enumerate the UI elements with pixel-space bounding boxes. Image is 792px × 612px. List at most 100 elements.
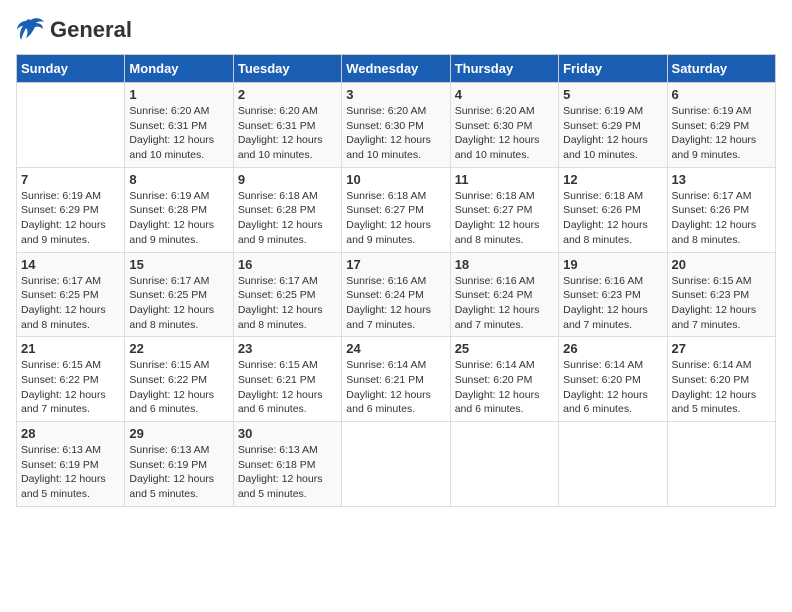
day-number: 2 (238, 87, 337, 102)
calendar-cell: 20Sunrise: 6:15 AM Sunset: 6:23 PM Dayli… (667, 252, 775, 337)
calendar-cell: 22 Sunrise: 6:15 AM Sunset: 6:22 PM Dayli… (125, 337, 233, 422)
day-info: Sunrise: 6:20 AM Sunset: 6:30 PM Dayligh… (455, 104, 554, 163)
day-number: 28 (21, 426, 120, 441)
day-number: 27 (672, 341, 771, 356)
day-number: 4 (455, 87, 554, 102)
logo: General (16, 16, 132, 44)
page-header: General (16, 16, 776, 44)
day-number: 13 (672, 172, 771, 187)
calendar-cell: 2 Sunrise: 6:20 AM Sunset: 6:31 PM Daylig… (233, 83, 341, 168)
calendar-cell: 1 Sunrise: 6:20 AM Sunset: 6:31 PM Daylig… (125, 83, 233, 168)
calendar-cell: 25 Sunrise: 6:14 AM Sunset: 6:20 PM Dayli… (450, 337, 558, 422)
day-info: Sunrise: 6:16 AM Sunset: 6:24 PM Dayligh… (346, 274, 445, 333)
day-number: 10 (346, 172, 445, 187)
day-number: 5 (563, 87, 662, 102)
day-number: 8 (129, 172, 228, 187)
day-info: Sunrise: 6:20 AM Sunset: 6:30 PM Dayligh… (346, 104, 445, 163)
calendar-cell (17, 83, 125, 168)
day-info: Sunrise: 6:16 AM Sunset: 6:23 PM Dayligh… (563, 274, 662, 333)
day-number: 7 (21, 172, 120, 187)
day-number: 1 (129, 87, 228, 102)
day-info: Sunrise: 6:17 AM Sunset: 6:25 PM Dayligh… (129, 274, 228, 333)
day-number: 12 (563, 172, 662, 187)
day-info: Sunrise: 6:20 AM Sunset: 6:31 PM Dayligh… (238, 104, 337, 163)
calendar-cell: 30Sunrise: 6:13 AM Sunset: 6:18 PM Dayli… (233, 422, 341, 507)
day-info: Sunrise: 6:14 AM Sunset: 6:20 PM Dayligh… (563, 358, 662, 417)
calendar-cell: 5 Sunrise: 6:19 AM Sunset: 6:29 PM Daylig… (559, 83, 667, 168)
day-info: Sunrise: 6:14 AM Sunset: 6:20 PM Dayligh… (672, 358, 771, 417)
logo-text: General (50, 18, 132, 42)
day-info: Sunrise: 6:18 AM Sunset: 6:27 PM Dayligh… (455, 189, 554, 248)
calendar-week-row: 7 Sunrise: 6:19 AM Sunset: 6:29 PM Daylig… (17, 167, 776, 252)
day-info: Sunrise: 6:15 AM Sunset: 6:21 PM Dayligh… (238, 358, 337, 417)
calendar-cell (559, 422, 667, 507)
calendar-cell: 15 Sunrise: 6:17 AM Sunset: 6:25 PM Dayli… (125, 252, 233, 337)
weekday-header-friday: Friday (559, 55, 667, 83)
day-info: Sunrise: 6:19 AM Sunset: 6:29 PM Dayligh… (21, 189, 120, 248)
day-info: Sunrise: 6:15 AM Sunset: 6:22 PM Dayligh… (129, 358, 228, 417)
day-info: Sunrise: 6:14 AM Sunset: 6:20 PM Dayligh… (455, 358, 554, 417)
weekday-header-tuesday: Tuesday (233, 55, 341, 83)
day-info: Sunrise: 6:20 AM Sunset: 6:31 PM Dayligh… (129, 104, 228, 163)
calendar-cell: 10 Sunrise: 6:18 AM Sunset: 6:27 PM Dayli… (342, 167, 450, 252)
calendar-cell: 21 Sunrise: 6:15 AM Sunset: 6:22 PM Dayli… (17, 337, 125, 422)
calendar-cell: 12 Sunrise: 6:18 AM Sunset: 6:26 PM Dayli… (559, 167, 667, 252)
day-info: Sunrise: 6:13 AM Sunset: 6:19 PM Dayligh… (129, 443, 228, 502)
day-number: 16 (238, 257, 337, 272)
weekday-header-row: SundayMondayTuesdayWednesdayThursdayFrid… (17, 55, 776, 83)
weekday-header-saturday: Saturday (667, 55, 775, 83)
day-number: 25 (455, 341, 554, 356)
day-number: 11 (455, 172, 554, 187)
logo-icon (16, 16, 46, 44)
day-info: Sunrise: 6:19 AM Sunset: 6:29 PM Dayligh… (672, 104, 771, 163)
calendar-cell: 14Sunrise: 6:17 AM Sunset: 6:25 PM Dayli… (17, 252, 125, 337)
calendar-cell: 3Sunrise: 6:20 AM Sunset: 6:30 PM Daylig… (342, 83, 450, 168)
day-number: 23 (238, 341, 337, 356)
day-number: 26 (563, 341, 662, 356)
calendar-week-row: 1 Sunrise: 6:20 AM Sunset: 6:31 PM Daylig… (17, 83, 776, 168)
day-number: 24 (346, 341, 445, 356)
day-number: 19 (563, 257, 662, 272)
day-number: 18 (455, 257, 554, 272)
day-info: Sunrise: 6:18 AM Sunset: 6:26 PM Dayligh… (563, 189, 662, 248)
calendar-cell: 6 Sunrise: 6:19 AM Sunset: 6:29 PM Daylig… (667, 83, 775, 168)
calendar-cell: 7 Sunrise: 6:19 AM Sunset: 6:29 PM Daylig… (17, 167, 125, 252)
calendar-cell: 8 Sunrise: 6:19 AM Sunset: 6:28 PM Daylig… (125, 167, 233, 252)
day-info: Sunrise: 6:14 AM Sunset: 6:21 PM Dayligh… (346, 358, 445, 417)
calendar-cell: 26 Sunrise: 6:14 AM Sunset: 6:20 PM Dayli… (559, 337, 667, 422)
calendar-table: SundayMondayTuesdayWednesdayThursdayFrid… (16, 54, 776, 507)
calendar-cell: 17 Sunrise: 6:16 AM Sunset: 6:24 PM Dayli… (342, 252, 450, 337)
calendar-cell: 13 Sunrise: 6:17 AM Sunset: 6:26 PM Dayli… (667, 167, 775, 252)
calendar-cell: 27 Sunrise: 6:14 AM Sunset: 6:20 PM Dayli… (667, 337, 775, 422)
day-number: 17 (346, 257, 445, 272)
weekday-header-monday: Monday (125, 55, 233, 83)
day-number: 6 (672, 87, 771, 102)
weekday-header-sunday: Sunday (17, 55, 125, 83)
calendar-week-row: 28 Sunrise: 6:13 AM Sunset: 6:19 PM Dayli… (17, 422, 776, 507)
day-info: Sunrise: 6:16 AM Sunset: 6:24 PM Dayligh… (455, 274, 554, 333)
day-info: Sunrise: 6:13 AM Sunset: 6:19 PM Dayligh… (21, 443, 120, 502)
calendar-cell: 11 Sunrise: 6:18 AM Sunset: 6:27 PM Dayli… (450, 167, 558, 252)
day-number: 21 (21, 341, 120, 356)
day-info: Sunrise: 6:15 AM Sunset: 6:22 PM Dayligh… (21, 358, 120, 417)
calendar-cell: 4 Sunrise: 6:20 AM Sunset: 6:30 PM Daylig… (450, 83, 558, 168)
day-number: 15 (129, 257, 228, 272)
day-number: 20 (672, 257, 771, 272)
day-info: Sunrise: 6:18 AM Sunset: 6:27 PM Dayligh… (346, 189, 445, 248)
day-info: Sunrise: 6:18 AM Sunset: 6:28 PM Dayligh… (238, 189, 337, 248)
day-info: Sunrise: 6:19 AM Sunset: 6:29 PM Dayligh… (563, 104, 662, 163)
calendar-week-row: 21 Sunrise: 6:15 AM Sunset: 6:22 PM Dayli… (17, 337, 776, 422)
calendar-week-row: 14Sunrise: 6:17 AM Sunset: 6:25 PM Dayli… (17, 252, 776, 337)
calendar-cell: 23 Sunrise: 6:15 AM Sunset: 6:21 PM Dayli… (233, 337, 341, 422)
day-info: Sunrise: 6:17 AM Sunset: 6:25 PM Dayligh… (21, 274, 120, 333)
day-number: 22 (129, 341, 228, 356)
calendar-cell: 16Sunrise: 6:17 AM Sunset: 6:25 PM Dayli… (233, 252, 341, 337)
weekday-header-wednesday: Wednesday (342, 55, 450, 83)
calendar-cell: 29Sunrise: 6:13 AM Sunset: 6:19 PM Dayli… (125, 422, 233, 507)
calendar-cell: 19 Sunrise: 6:16 AM Sunset: 6:23 PM Dayli… (559, 252, 667, 337)
day-info: Sunrise: 6:13 AM Sunset: 6:18 PM Dayligh… (238, 443, 337, 502)
day-info: Sunrise: 6:19 AM Sunset: 6:28 PM Dayligh… (129, 189, 228, 248)
weekday-header-thursday: Thursday (450, 55, 558, 83)
day-info: Sunrise: 6:17 AM Sunset: 6:26 PM Dayligh… (672, 189, 771, 248)
calendar-cell (342, 422, 450, 507)
